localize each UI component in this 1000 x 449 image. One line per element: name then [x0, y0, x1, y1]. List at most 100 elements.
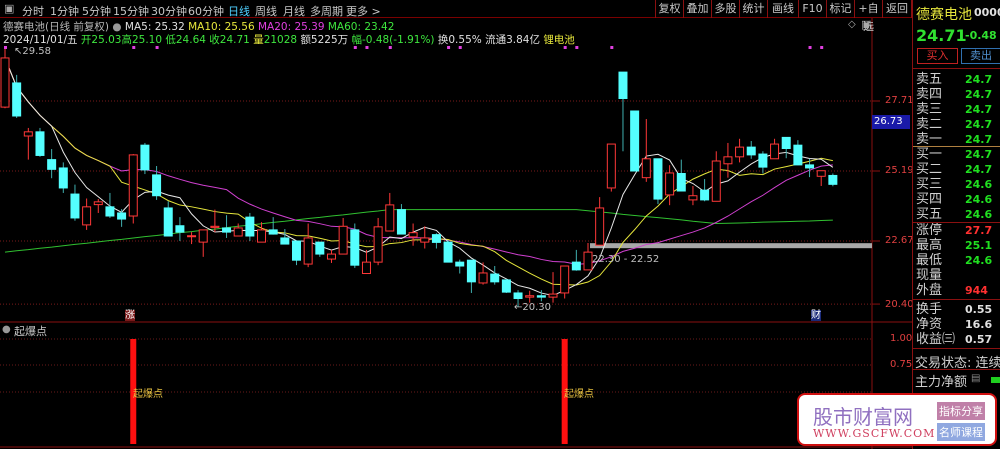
candle-body	[35, 131, 45, 156]
back-button[interactable]: 返回	[882, 0, 912, 18]
candle-body	[222, 227, 232, 233]
tab-5min[interactable]: 5分钟	[82, 3, 111, 19]
candle-body	[93, 201, 103, 206]
candle-body	[361, 261, 371, 275]
volume-label: 量	[253, 34, 264, 46]
draw-line-button[interactable]: 画线	[767, 0, 798, 18]
candle-body	[23, 131, 33, 137]
tab-15min[interactable]: 15分钟	[113, 3, 149, 19]
candle-body	[373, 226, 383, 263]
candle-body	[641, 158, 651, 179]
candle-body	[665, 172, 675, 196]
quote-row-value: 25.1	[965, 239, 993, 252]
candle-body	[583, 251, 593, 271]
candle-body	[257, 229, 267, 243]
candle-body	[816, 170, 826, 177]
close: 收24.71	[209, 34, 250, 46]
volume: 21028	[263, 34, 298, 46]
signal-dot	[808, 46, 812, 49]
tab-1min[interactable]: 1分钟	[50, 3, 79, 19]
sell-button[interactable]: 卖出	[961, 48, 1000, 64]
candle-body	[501, 279, 511, 293]
quote-row-label: 买五	[916, 207, 943, 222]
quote-row-label: 卖二	[916, 117, 943, 132]
candle-body	[490, 273, 500, 283]
tab-60min[interactable]: 60分钟	[188, 3, 224, 19]
candle-body	[735, 146, 745, 158]
mark-button[interactable]: 标记	[826, 0, 854, 18]
indicator-title[interactable]: 起爆点	[14, 323, 47, 339]
candle-body	[560, 265, 570, 294]
candle-body	[770, 143, 780, 160]
candle-body	[828, 174, 838, 185]
signal-dot	[575, 46, 579, 49]
candle-body	[58, 167, 68, 189]
zone-label: 22.30 - 22.52	[592, 254, 660, 265]
tab-fenshi[interactable]: 分时	[22, 3, 44, 19]
sector-link[interactable]: 锂电池	[543, 34, 575, 46]
watermark-url: WWW.GSCFW.COM	[813, 427, 936, 440]
kline-chart[interactable]	[0, 0, 912, 449]
overlay-button[interactable]: 叠加	[683, 0, 711, 18]
quote-line: 2024/11/01/五 开25.03高25.10 低24.64 收24.71 …	[3, 32, 575, 47]
candle-body	[0, 57, 10, 108]
candle-body	[711, 160, 721, 202]
watermark-logo: 股市财富网 WWW.GSCFW.COM 指标分享 名师课程	[797, 393, 997, 446]
indicator-menu-icon[interactable]: ●	[2, 324, 11, 335]
quote-row-value: 24.7	[965, 163, 993, 176]
candle-body	[268, 229, 278, 235]
tab-daily[interactable]: 日线	[228, 3, 250, 19]
candle-body	[595, 207, 605, 246]
candle-body	[723, 156, 733, 165]
quote-row-value: 24.7	[965, 88, 993, 101]
candle-body	[187, 235, 197, 238]
tab-multi-period[interactable]: 多周期	[310, 3, 343, 19]
signal-label: 起爆点	[564, 389, 594, 400]
candle-body	[292, 240, 301, 261]
multi-stock-button[interactable]: 多股	[711, 0, 739, 18]
quote-row-value: 24.6	[965, 178, 993, 191]
diamond-icon[interactable]: ◇	[848, 19, 856, 30]
quote-row-value: 0.55	[965, 303, 993, 316]
quote-row-value: 24.6	[965, 193, 993, 206]
quote-row-label: 净资	[916, 317, 943, 332]
quote-row-value: 0.57	[965, 333, 993, 346]
tab-weekly[interactable]: 周线	[255, 3, 277, 19]
low-price-label: ←20.30	[514, 302, 552, 313]
axis-label: 20.40	[885, 299, 914, 310]
fuquan-button[interactable]: 复权	[655, 0, 683, 18]
quote-row-label: 最低	[916, 253, 943, 268]
indicator-axis-label: 1.00	[890, 333, 913, 344]
tab-monthly[interactable]: 月线	[283, 3, 305, 19]
zhang-marker[interactable]: 涨	[125, 310, 135, 321]
indicator-axis-label: 0.75	[890, 359, 913, 370]
quote-row-value: 24.6	[965, 208, 993, 221]
candle-body	[676, 173, 686, 192]
candle-body	[326, 253, 336, 260]
candle-body	[571, 261, 581, 271]
candle-body	[805, 164, 815, 169]
high-price-label: ↖29.58	[14, 46, 52, 57]
candle-body	[653, 158, 663, 200]
quote-panel: 德赛电池 0000 24.71 -0.48 买入 卖出 卖五 24.7 卖四 24.7…	[912, 0, 1000, 449]
tab-30min[interactable]: 30分钟	[151, 3, 187, 19]
candle-body	[280, 237, 290, 245]
list-icon[interactable]: ▤	[971, 373, 980, 384]
candle-body	[758, 153, 768, 168]
quote-row-label: 卖五	[916, 72, 943, 87]
panel-toggle-icon[interactable]: ▣	[861, 18, 871, 31]
period-toolbar: ▣ 分时 1分钟 5分钟 15分钟 30分钟 60分钟 日线 周线 月线 多周期…	[0, 0, 912, 33]
buy-button[interactable]: 买入	[917, 48, 958, 64]
candle-body	[140, 144, 150, 171]
panel-toggle-icon[interactable]: ▣	[4, 2, 14, 15]
current-price-marker: 26.73	[872, 115, 910, 129]
statistics-button[interactable]: 统计	[739, 0, 767, 18]
candle-body	[420, 237, 430, 243]
f10-button[interactable]: F10	[798, 0, 826, 18]
candle-body	[431, 234, 441, 243]
candle-body	[793, 144, 803, 166]
add-watchlist-button[interactable]: +自选	[854, 0, 882, 33]
float-cap: 流通3.84亿	[485, 34, 540, 46]
tab-more[interactable]: 更多 >	[346, 3, 381, 19]
cai-marker[interactable]: 财	[811, 310, 821, 321]
